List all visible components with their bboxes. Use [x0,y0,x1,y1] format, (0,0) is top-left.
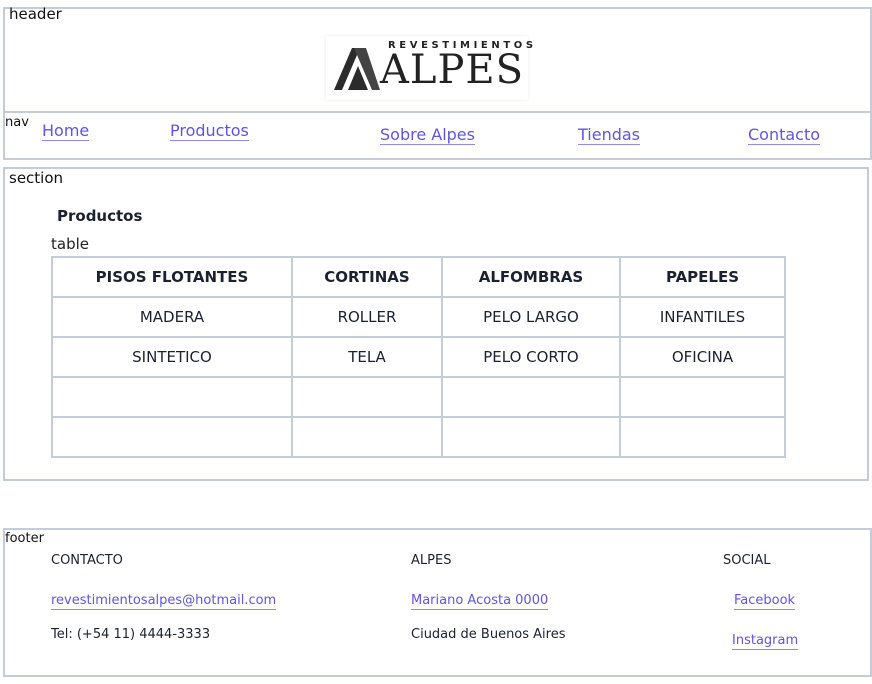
table-cell: PELO LARGO [441,296,621,338]
mountain-logo-icon [334,48,380,90]
footer-address-link[interactable]: Mariano Acosta 0000 [411,593,549,610]
nav-link-productos[interactable]: Productos [170,121,249,141]
table-tag-label: table [51,235,89,253]
table-cell [619,376,786,418]
section-tag-label: section [9,169,64,187]
table-row: SINTETICO TELA PELO CORTO OFICINA [51,336,786,378]
products-section: section Productos table PISOS FLOTANTES … [3,167,869,481]
table-cell: INFANTILES [619,296,786,338]
page-footer: footer CONTACTO revestimientosalpes@hotm… [3,528,872,677]
table-cell: MADERA [51,296,293,338]
table-cell: PELO CORTO [441,336,621,378]
table-header-row: PISOS FLOTANTES CORTINAS ALFOMBRAS PAPEL… [51,256,786,298]
page-header: header REVESTIMIENTOS ALPES [3,5,872,113]
table-cell: OFICINA [619,336,786,378]
footer-phone: Tel: (+54 11) 4444-3333 [51,627,211,642]
table-cell [291,416,443,458]
nav-tag-label: nav [5,115,29,130]
footer-tag-label: footer [5,531,44,546]
table-cell: SINTETICO [51,336,293,378]
table-row: MADERA ROLLER PELO LARGO INFANTILES [51,296,786,338]
table-header-cell: PAPELES [619,256,786,298]
table-header-cell: PISOS FLOTANTES [51,256,293,298]
table-row [51,416,786,458]
nav-link-tiendas[interactable]: Tiendas [578,125,641,145]
table-row [51,376,786,418]
footer-heading-social: SOCIAL [723,553,771,568]
table-cell [291,376,443,418]
footer-heading-alpes: ALPES [411,553,452,568]
nav-link-home[interactable]: Home [42,121,90,141]
logo-wordmark: ALPES [380,47,524,93]
footer-email-link[interactable]: revestimientosalpes@hotmail.com [51,593,277,610]
nav-link-contacto[interactable]: Contacto [748,125,821,145]
table-header-cell: ALFOMBRAS [441,256,621,298]
products-table: PISOS FLOTANTES CORTINAS ALFOMBRAS PAPEL… [51,256,786,458]
table-cell: TELA [291,336,443,378]
table-cell [441,416,621,458]
footer-instagram-link[interactable]: Instagram [732,633,799,650]
footer-facebook-link[interactable]: Facebook [734,593,796,610]
table-cell: ROLLER [291,296,443,338]
alpes-logo[interactable]: REVESTIMIENTOS ALPES [326,36,533,100]
footer-city: Ciudad de Buenos Aires [411,627,566,642]
table-header-cell: CORTINAS [291,256,443,298]
table-cell [51,376,293,418]
section-title: Productos [57,207,143,225]
footer-heading-contacto: CONTACTO [51,553,123,568]
nav-link-sobre-alpes[interactable]: Sobre Alpes [380,125,475,145]
table-cell [619,416,786,458]
header-tag-label: header [9,5,62,23]
table-cell [51,416,293,458]
main-nav: nav Home Productos Sobre Alpes Tiendas C… [3,111,872,160]
table-cell [441,376,621,418]
